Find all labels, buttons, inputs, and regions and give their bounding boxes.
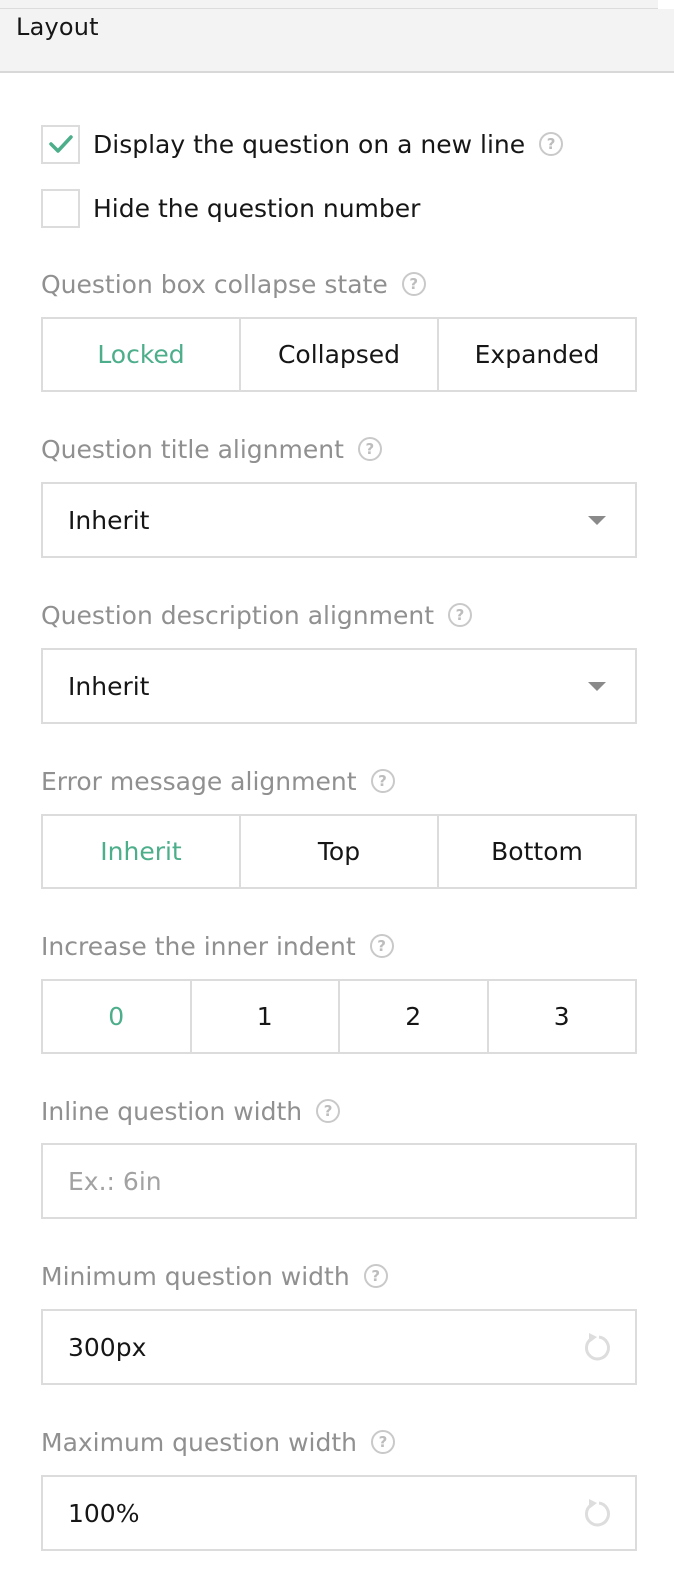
min-width-label-text: Minimum question width: [41, 1261, 350, 1291]
indent-option-0[interactable]: 0: [43, 981, 190, 1052]
title-alignment-value: Inherit: [68, 505, 150, 535]
hide-number-checkbox-row[interactable]: Hide the question number: [41, 188, 420, 228]
inner-indent-label: Increase the inner indent ?: [41, 928, 394, 964]
inline-width-label: Inline question width ?: [41, 1093, 341, 1129]
checkmark-icon: [48, 135, 73, 153]
inline-width-placeholder: Ex.: 6in: [68, 1166, 162, 1196]
inner-indent-label-text: Increase the inner indent: [41, 931, 356, 961]
inline-width-input[interactable]: Ex.: 6in: [41, 1143, 637, 1219]
top-strip: [0, 0, 658, 9]
hide-number-label: Hide the question number: [93, 193, 421, 223]
description-alignment-dropdown[interactable]: Inherit: [41, 648, 637, 724]
layout-section-header[interactable]: Layout: [0, 9, 674, 73]
max-width-label-text: Maximum question width: [41, 1427, 357, 1457]
display-new-line-label: Display the question on a new line: [93, 129, 526, 159]
title-alignment-label-text: Question title alignment: [41, 434, 344, 464]
max-width-label: Maximum question width ?: [41, 1424, 395, 1460]
help-icon[interactable]: ?: [370, 769, 395, 793]
description-alignment-value: Inherit: [68, 671, 150, 701]
hide-number-checkbox[interactable]: [41, 188, 80, 228]
indent-option-1[interactable]: 1: [189, 981, 339, 1052]
display-new-line-checkbox[interactable]: [41, 124, 80, 164]
error-alignment-label: Error message alignment ?: [41, 763, 395, 799]
section-title: Layout: [16, 13, 99, 41]
collapse-option-collapsed[interactable]: Collapsed: [239, 319, 437, 390]
collapse-option-expanded[interactable]: Expanded: [437, 319, 635, 390]
max-width-input[interactable]: 100%: [41, 1475, 637, 1551]
help-icon[interactable]: ?: [371, 1430, 395, 1454]
help-icon[interactable]: ?: [316, 1099, 341, 1123]
help-icon[interactable]: ?: [539, 132, 564, 156]
display-new-line-checkbox-row[interactable]: Display the question on a new line ?: [41, 124, 564, 164]
indent-option-3[interactable]: 3: [486, 981, 636, 1052]
chevron-down-icon: [588, 681, 606, 691]
min-width-input[interactable]: 300px: [41, 1309, 637, 1385]
collapse-state-label-text: Question box collapse state: [41, 269, 388, 299]
collapse-option-locked[interactable]: Locked: [43, 319, 239, 390]
title-alignment-dropdown[interactable]: Inherit: [41, 482, 637, 558]
reset-icon[interactable]: [579, 1496, 613, 1530]
help-icon[interactable]: ?: [357, 437, 382, 461]
help-icon[interactable]: ?: [448, 603, 473, 627]
inline-width-label-text: Inline question width: [41, 1096, 303, 1126]
max-width-value: 100%: [68, 1498, 140, 1528]
min-width-value: 300px: [68, 1332, 147, 1362]
description-alignment-label: Question description alignment ?: [41, 597, 473, 633]
reset-icon[interactable]: [579, 1330, 613, 1364]
help-icon[interactable]: ?: [401, 272, 426, 296]
indent-option-2[interactable]: 2: [338, 981, 487, 1052]
error-option-bottom[interactable]: Bottom: [437, 816, 635, 887]
collapse-state-segmented: Locked Collapsed Expanded: [41, 317, 637, 392]
inner-indent-segmented: 0 1 2 3: [41, 979, 637, 1054]
error-alignment-label-text: Error message alignment: [41, 766, 357, 796]
chevron-down-icon: [588, 515, 606, 525]
help-icon[interactable]: ?: [369, 934, 394, 958]
description-alignment-label-text: Question description alignment: [41, 600, 435, 630]
title-alignment-label: Question title alignment ?: [41, 431, 382, 467]
error-option-inherit[interactable]: Inherit: [43, 816, 239, 887]
help-icon[interactable]: ?: [363, 1264, 388, 1288]
collapse-state-label: Question box collapse state ?: [41, 266, 426, 302]
error-option-top[interactable]: Top: [239, 816, 437, 887]
min-width-label: Minimum question width ?: [41, 1258, 388, 1294]
error-alignment-segmented: Inherit Top Bottom: [41, 814, 637, 889]
